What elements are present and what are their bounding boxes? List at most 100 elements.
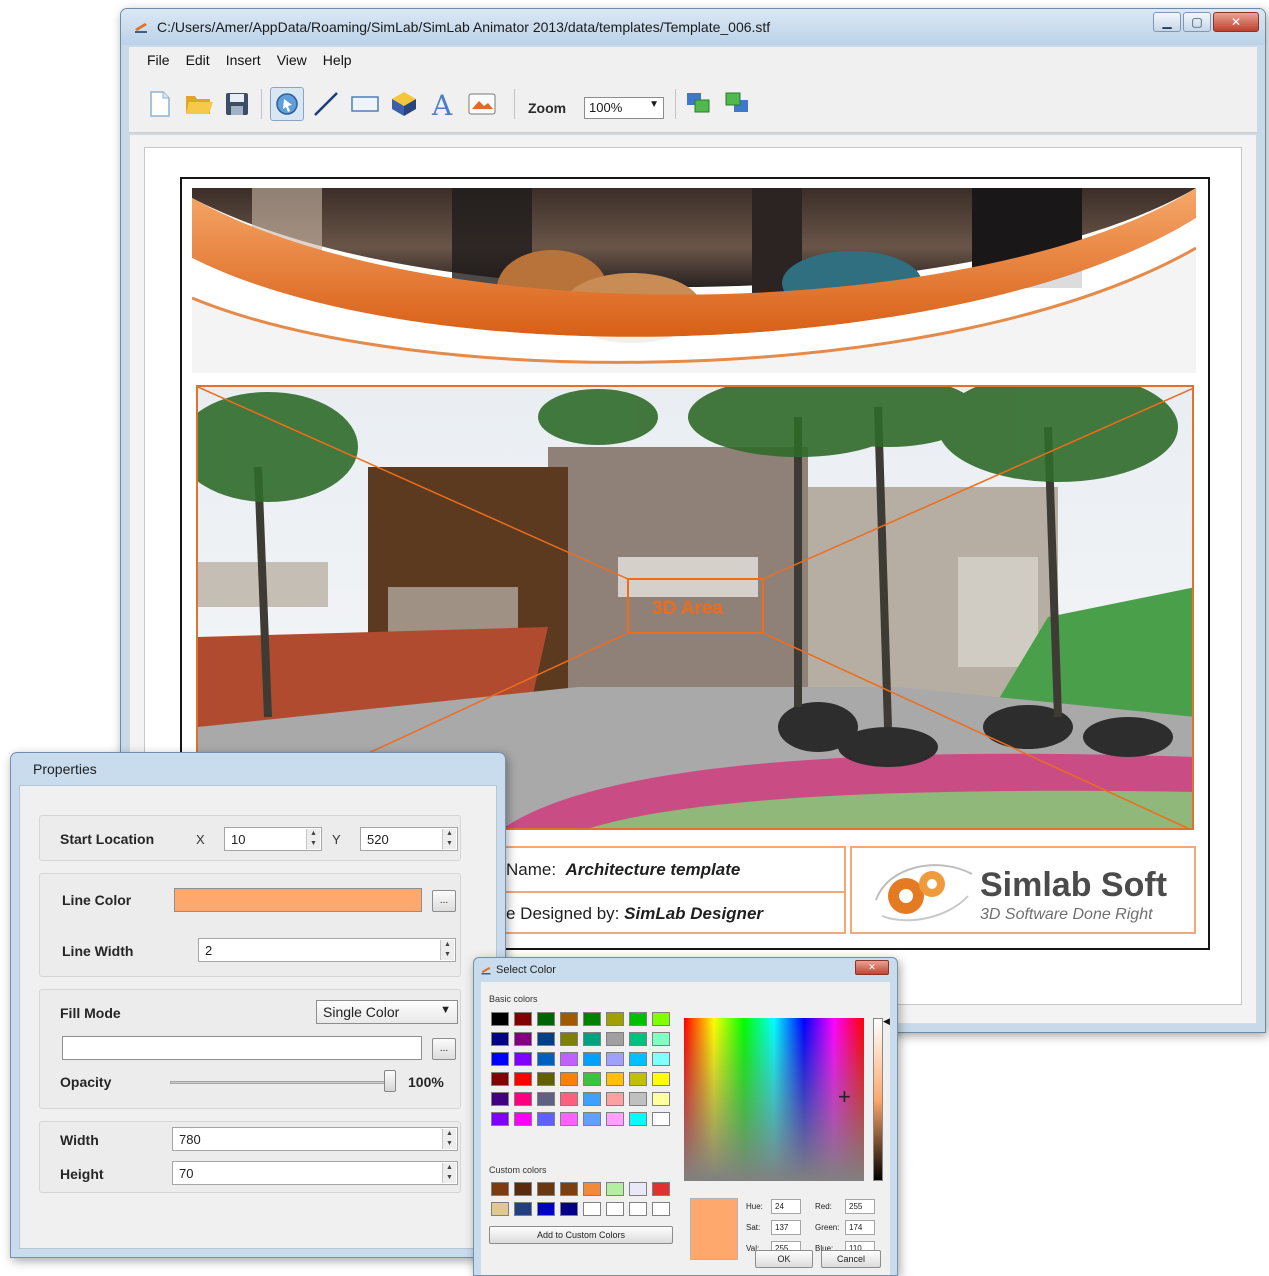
basic-color-cell[interactable]	[514, 1092, 532, 1106]
cancel-button[interactable]: Cancel	[821, 1250, 881, 1268]
select-color-title[interactable]: Select Color	[496, 964, 556, 976]
basic-color-cell[interactable]	[491, 1092, 509, 1106]
basic-color-cell[interactable]	[537, 1032, 555, 1046]
spin-arrows-icon[interactable]: ▲ ▼	[442, 829, 456, 849]
fill-color-swatch[interactable]	[62, 1036, 422, 1060]
spin-arrows-icon[interactable]: ▲ ▼	[440, 940, 454, 960]
custom-color-cell[interactable]	[629, 1202, 647, 1216]
menu-file[interactable]: File	[139, 52, 178, 68]
zoom-select[interactable]: 100% ▼	[584, 97, 664, 119]
line-color-swatch[interactable]	[174, 888, 422, 912]
x-input[interactable]: 10 ▲ ▼	[224, 827, 322, 851]
basic-color-cell[interactable]	[560, 1092, 578, 1106]
color-spectrum[interactable]	[684, 1018, 864, 1181]
dialog-close-button[interactable]: ✕	[855, 960, 889, 975]
sat-input[interactable]: 137	[771, 1220, 801, 1235]
custom-color-cell[interactable]	[583, 1182, 601, 1196]
add-to-custom-colors-button[interactable]: Add to Custom Colors	[489, 1226, 673, 1244]
select-tool-icon[interactable]	[270, 87, 304, 121]
line-color-picker-button[interactable]: ...	[432, 890, 456, 912]
properties-title[interactable]: Properties	[33, 761, 97, 777]
image-tool-icon[interactable]	[465, 87, 499, 121]
custom-color-cell[interactable]	[491, 1182, 509, 1196]
basic-color-cell[interactable]	[537, 1012, 555, 1026]
custom-color-cell[interactable]	[583, 1202, 601, 1216]
basic-color-cell[interactable]	[652, 1032, 670, 1046]
custom-color-cell[interactable]	[652, 1182, 670, 1196]
basic-color-cell[interactable]	[514, 1032, 532, 1046]
crosshair-icon[interactable]: +	[838, 1086, 851, 1108]
custom-color-cell[interactable]	[652, 1202, 670, 1216]
new-file-icon[interactable]	[143, 87, 177, 121]
bring-forward-icon[interactable]	[682, 87, 716, 121]
basic-color-cell[interactable]	[537, 1092, 555, 1106]
basic-color-cell[interactable]	[629, 1072, 647, 1086]
red-input[interactable]: 255	[845, 1199, 875, 1214]
basic-color-cell[interactable]	[583, 1012, 601, 1026]
basic-color-cell[interactable]	[514, 1072, 532, 1086]
basic-color-cell[interactable]	[583, 1092, 601, 1106]
custom-color-cell[interactable]	[560, 1202, 578, 1216]
menu-edit[interactable]: Edit	[178, 52, 218, 68]
ok-button[interactable]: OK	[755, 1250, 813, 1268]
green-input[interactable]: 174	[845, 1220, 875, 1235]
basic-color-cell[interactable]	[491, 1072, 509, 1086]
text-tool-icon[interactable]: A	[426, 87, 460, 121]
basic-color-cell[interactable]	[560, 1052, 578, 1066]
custom-color-cell[interactable]	[606, 1182, 624, 1196]
opacity-slider[interactable]	[170, 1081, 396, 1084]
basic-color-cell[interactable]	[537, 1052, 555, 1066]
open-folder-icon[interactable]	[182, 87, 216, 121]
menu-view[interactable]: View	[269, 52, 315, 68]
rectangle-tool-icon[interactable]	[348, 87, 382, 121]
basic-color-cell[interactable]	[629, 1052, 647, 1066]
custom-color-cell[interactable]	[537, 1182, 555, 1196]
height-input[interactable]: 70 ▲ ▼	[172, 1161, 458, 1185]
basic-color-cell[interactable]	[606, 1092, 624, 1106]
basic-color-cell[interactable]	[583, 1032, 601, 1046]
fill-mode-select[interactable]: Single Color ▼	[316, 1000, 458, 1024]
basic-color-cell[interactable]	[606, 1052, 624, 1066]
basic-color-cell[interactable]	[583, 1072, 601, 1086]
line-width-input[interactable]: 2 ▲ ▼	[198, 938, 456, 962]
basic-color-cell[interactable]	[491, 1032, 509, 1046]
basic-color-cell[interactable]	[537, 1112, 555, 1126]
custom-color-cell[interactable]	[560, 1182, 578, 1196]
3d-area-tool-icon[interactable]	[387, 87, 421, 121]
basic-color-cell[interactable]	[629, 1092, 647, 1106]
basic-color-cell[interactable]	[491, 1112, 509, 1126]
basic-color-cell[interactable]	[537, 1072, 555, 1086]
custom-color-cell[interactable]	[629, 1182, 647, 1196]
save-icon[interactable]	[220, 87, 254, 121]
line-tool-icon[interactable]	[309, 87, 343, 121]
basic-color-cell[interactable]	[629, 1032, 647, 1046]
custom-color-cell[interactable]	[514, 1182, 532, 1196]
title-bar[interactable]: C:/Users/Amer/AppData/Roaming/SimLab/Sim…	[121, 9, 1265, 45]
basic-color-cell[interactable]	[606, 1012, 624, 1026]
basic-color-cell[interactable]	[629, 1012, 647, 1026]
spin-arrows-icon[interactable]: ▲ ▼	[442, 1163, 456, 1183]
spin-arrows-icon[interactable]: ▲ ▼	[306, 829, 320, 849]
basic-color-cell[interactable]	[652, 1112, 670, 1126]
basic-color-cell[interactable]	[491, 1052, 509, 1066]
fill-color-picker-button[interactable]: ...	[432, 1038, 456, 1060]
basic-color-cell[interactable]	[491, 1012, 509, 1026]
basic-color-cell[interactable]	[606, 1072, 624, 1086]
hue-input[interactable]: 24	[771, 1199, 801, 1214]
basic-color-cell[interactable]	[652, 1092, 670, 1106]
basic-color-cell[interactable]	[583, 1112, 601, 1126]
custom-color-cell[interactable]	[514, 1202, 532, 1216]
basic-color-cell[interactable]	[560, 1012, 578, 1026]
basic-color-cell[interactable]	[514, 1112, 532, 1126]
logo-box[interactable]: Simlab Soft 3D Software Done Right	[850, 846, 1196, 934]
luminance-arrow-icon[interactable]: ◀	[883, 1016, 890, 1027]
basic-color-cell[interactable]	[629, 1112, 647, 1126]
send-backward-icon[interactable]	[721, 87, 755, 121]
luminance-slider[interactable]	[873, 1018, 883, 1181]
custom-color-cell[interactable]	[537, 1202, 555, 1216]
custom-color-cell[interactable]	[606, 1202, 624, 1216]
custom-color-cell[interactable]	[491, 1202, 509, 1216]
opacity-slider-thumb[interactable]	[384, 1070, 396, 1092]
basic-color-cell[interactable]	[606, 1112, 624, 1126]
basic-color-cell[interactable]	[560, 1032, 578, 1046]
